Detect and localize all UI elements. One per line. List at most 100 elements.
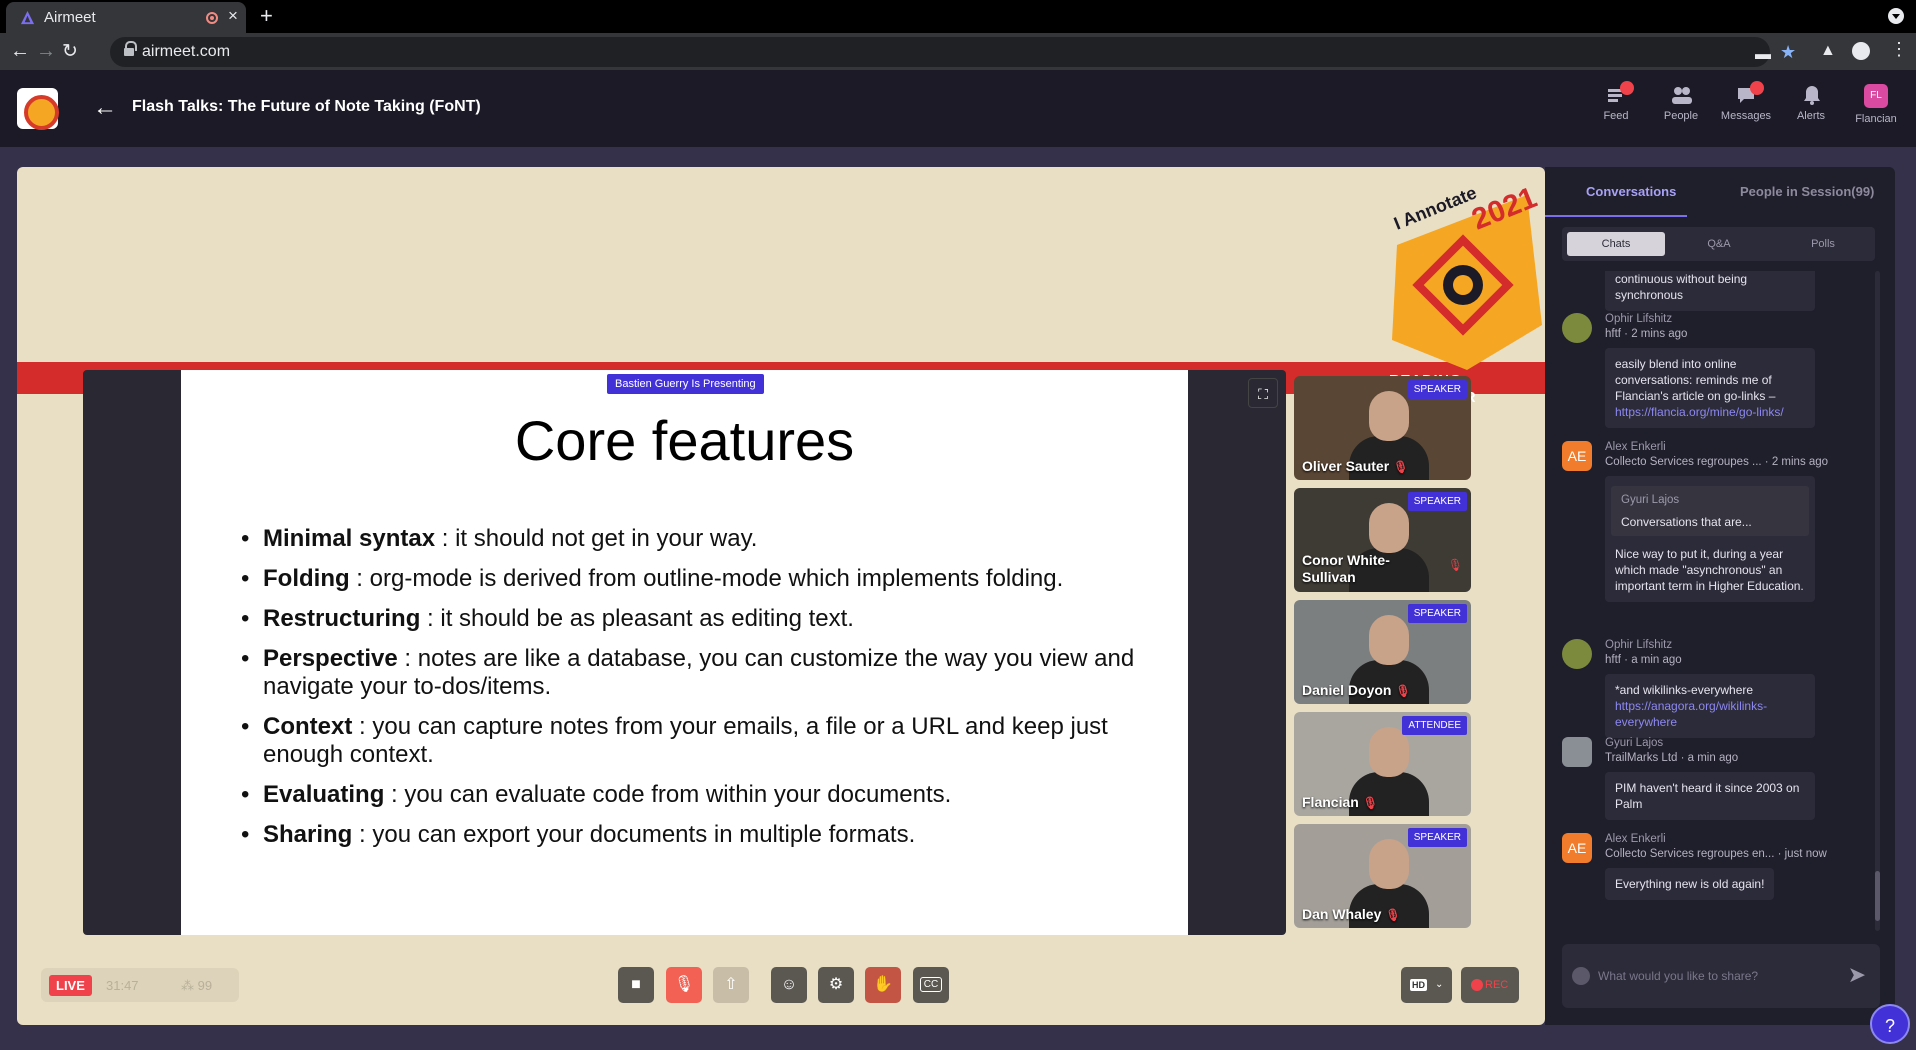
reactions-button[interactable]: ☺ [771, 967, 807, 1003]
message-meta: TrailMarks Ltd · a min ago [1605, 752, 1739, 764]
chat-input[interactable] [1598, 962, 1823, 990]
chat-scrollbar[interactable] [1875, 271, 1880, 931]
hand-icon: ✋ [873, 976, 893, 993]
feed-notification-dot [1620, 81, 1634, 95]
role-badge: SPEAKER [1407, 492, 1467, 511]
address-bar[interactable]: airmeet.com ▬ [110, 37, 1771, 67]
slide-bullet-list: Minimal syntax : it should not get in yo… [241, 525, 1161, 861]
speaker-name: Oliver Sauter 🎙 [1302, 458, 1409, 474]
messages-notification-dot [1750, 81, 1764, 95]
browser-menu-icon[interactable]: ⋮ [1890, 39, 1908, 60]
speaker-tile[interactable]: ATTENDEE Flancian 🎙 [1294, 712, 1471, 816]
presenter-badge: Bastien Guerry Is Presenting [607, 374, 764, 394]
nav-profile[interactable]: FL Flancian [1846, 84, 1906, 125]
attendee-count: ⁂ 99 [181, 978, 213, 993]
share-screen-button[interactable]: ⇧ [713, 967, 749, 1003]
nav-people-label: People [1663, 110, 1699, 122]
bookmark-star-icon[interactable]: ★ [1780, 42, 1796, 63]
tab-title: Airmeet [44, 9, 96, 26]
camera-toggle-button[interactable]: ■ [618, 967, 654, 1003]
new-tab-icon[interactable]: + [260, 3, 273, 29]
session-timer: 31:47 [106, 978, 139, 993]
people-icon [1671, 84, 1692, 104]
expand-icon: ⛶ [1258, 386, 1268, 402]
tab-conversations[interactable]: Conversations [1586, 184, 1676, 199]
tab-people-in-session[interactable]: People in Session(99) [1740, 184, 1874, 199]
browser-tabbar: Airmeet × + [0, 0, 1916, 33]
avatar [1562, 313, 1592, 343]
message-link[interactable]: https://anagora.org/wikilinks-everywhere [1615, 699, 1767, 729]
nav-messages-label: Messages [1720, 110, 1772, 122]
people-count-icon: ⁂ [181, 978, 198, 993]
back-arrow-icon[interactable]: ← [93, 94, 117, 122]
video-quality-button[interactable]: HD ⌄ [1401, 967, 1452, 1003]
speaker-tile[interactable]: SPEAKER Daniel Doyon 🎙 [1294, 600, 1471, 704]
mic-toggle-button[interactable]: 🎙 [666, 967, 702, 1003]
nav-feed[interactable]: Feed [1586, 81, 1646, 122]
muted-mic-icon: 🎙 [1362, 796, 1379, 810]
role-badge: SPEAKER [1407, 604, 1467, 623]
back-icon[interactable]: ← [10, 40, 30, 63]
forward-icon[interactable]: → [36, 40, 56, 63]
message-author: Ophir Lifshitz [1605, 313, 1673, 325]
profile-icon[interactable] [1852, 42, 1870, 60]
fullscreen-button[interactable]: ⛶ [1248, 378, 1278, 408]
subtab-qa[interactable]: Q&A [1670, 232, 1768, 256]
speaker-tile[interactable]: SPEAKER Conor White-Sullivan 🎙 [1294, 488, 1471, 592]
event-logo[interactable] [17, 88, 59, 130]
message-meta: Collecto Services regroupes ... · 2 mins… [1605, 456, 1829, 468]
video-face [1369, 391, 1409, 441]
raise-hand-button[interactable]: ✋ [865, 967, 901, 1003]
lock-icon [124, 41, 137, 57]
subtab-polls[interactable]: Polls [1774, 232, 1872, 256]
message-link[interactable]: https://flancia.org/mine/go-links/ [1615, 405, 1784, 419]
video-face [1369, 839, 1409, 889]
emoji-picker-icon[interactable] [1572, 967, 1590, 985]
settings-button[interactable]: ⚙ [818, 967, 854, 1003]
record-button[interactable]: REC [1461, 967, 1519, 1003]
tab-search-icon[interactable] [1888, 8, 1904, 24]
nav-people[interactable]: People [1651, 84, 1711, 122]
messages-icon [1736, 81, 1764, 104]
question-icon: ? [1884, 1016, 1895, 1036]
nav-messages[interactable]: Messages [1716, 81, 1776, 122]
shared-slide: Core features Minimal syntax : it should… [181, 370, 1188, 935]
camera-icon[interactable]: ▬ [1755, 46, 1771, 64]
nav-alerts[interactable]: Alerts [1781, 84, 1841, 122]
send-icon[interactable]: ➤ [1848, 962, 1866, 988]
share-screen-icon: ⇧ [724, 976, 738, 993]
slide-bullet: Evaluating : you can evaluate code from … [241, 781, 1161, 809]
message-bubble: PIM haven't heard it since 2003 on Palm [1605, 772, 1815, 820]
live-status-box: LIVE 31:47 ⁂ 99 [41, 968, 239, 1002]
avatar [1562, 639, 1592, 669]
message-author: Alex Enkerli [1605, 441, 1666, 453]
message-bubble: easily blend into online conversations: … [1605, 348, 1815, 428]
chat-composer: ➤ [1562, 944, 1880, 1008]
slide-bullet: Context : you can capture notes from you… [241, 713, 1161, 769]
reload-icon[interactable]: ↻ [62, 40, 78, 63]
browser-tab[interactable]: Airmeet × [6, 2, 246, 33]
close-tab-icon[interactable]: × [228, 6, 238, 26]
session-stage: READING TOGETHER I Annotate 2021 Core fe… [17, 167, 1545, 1025]
speaker-tiles: SPEAKER Oliver Sauter 🎙 SPEAKER Conor Whi… [1294, 376, 1474, 936]
speaker-tile[interactable]: SPEAKER Dan Whaley 🎙 [1294, 824, 1471, 928]
speaker-tile[interactable]: SPEAKER Oliver Sauter 🎙 [1294, 376, 1471, 480]
video-camera-icon: ■ [631, 976, 641, 993]
bell-icon [1801, 84, 1821, 105]
captions-button[interactable]: CC [913, 967, 949, 1003]
feed-icon [1606, 81, 1634, 104]
closed-captions-icon: CC [919, 977, 943, 992]
scrollbar-thumb[interactable] [1875, 871, 1880, 921]
slide-bullet: Perspective : notes are like a database,… [241, 645, 1161, 701]
quoted-reply: Gyuri Lajos Conversations that are... [1611, 486, 1809, 536]
slide-bullet: Minimal syntax : it should not get in yo… [241, 525, 1161, 553]
slide-title: Core features [514, 409, 855, 472]
slide-bullet: Restructuring : it should be as pleasant… [241, 605, 1161, 633]
extensions-icon[interactable]: ▲ [1820, 42, 1836, 60]
muted-mic-icon: 🎙 [1447, 558, 1463, 572]
subtab-chats[interactable]: Chats [1567, 232, 1665, 256]
speaker-name: Daniel Doyon 🎙 [1302, 682, 1411, 698]
help-button[interactable]: ? [1870, 1004, 1910, 1044]
role-badge: ATTENDEE [1402, 716, 1467, 735]
message-bubble: Gyuri Lajos Conversations that are... Ni… [1605, 476, 1815, 602]
